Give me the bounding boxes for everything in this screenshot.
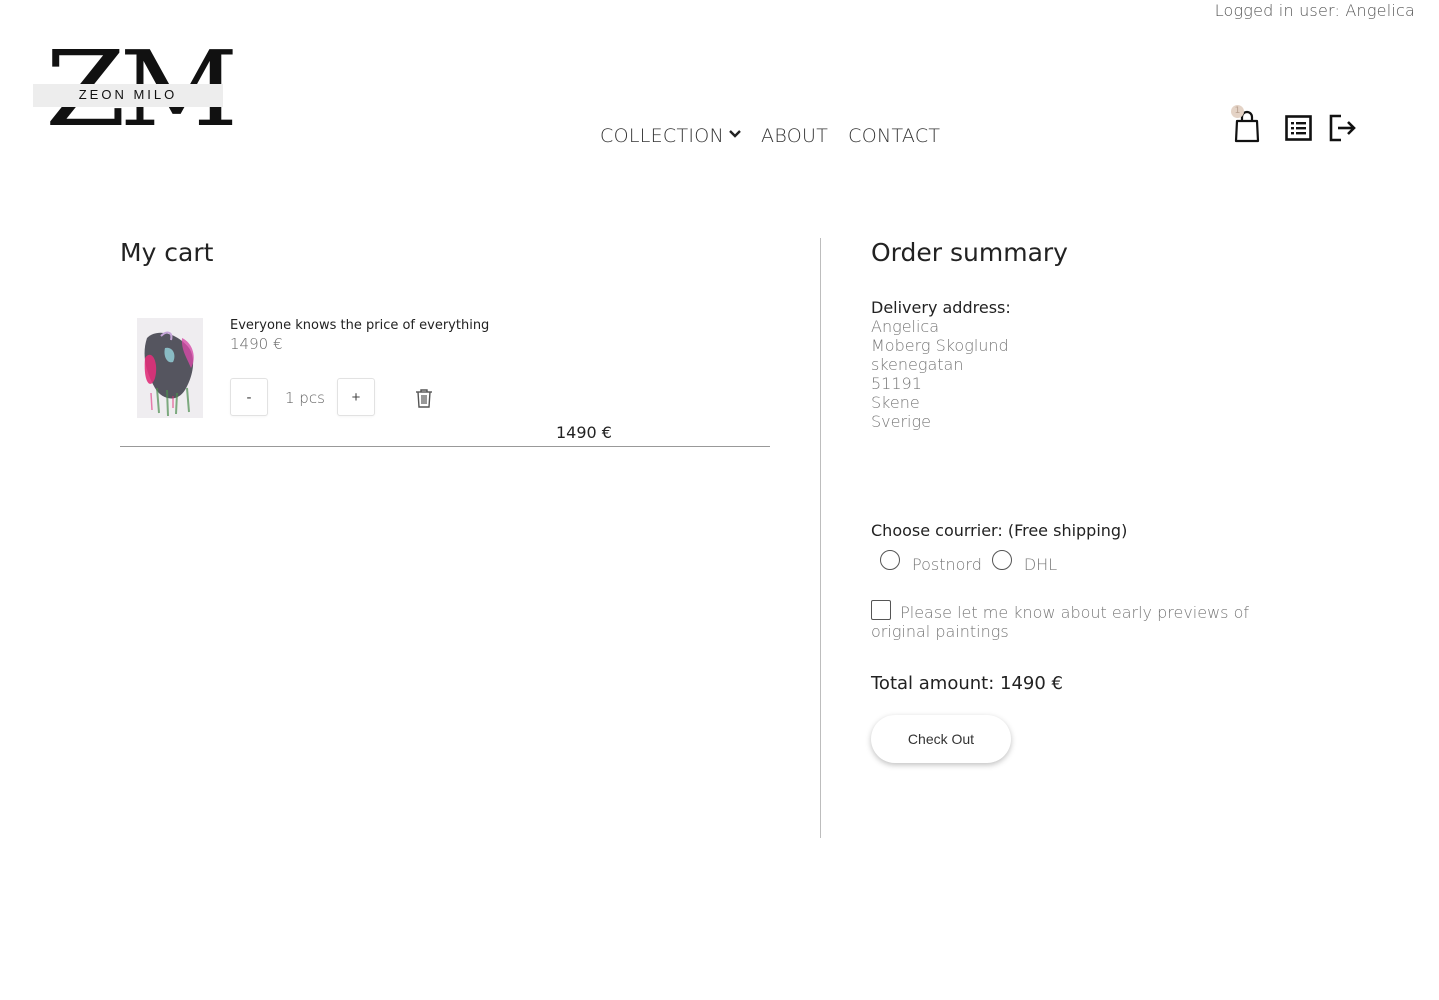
nav-about[interactable]: ABOUT: [761, 125, 828, 147]
address-line: 51191: [871, 374, 922, 393]
checkout-button[interactable]: Check Out: [871, 715, 1011, 763]
courier-radio-dhl[interactable]: [991, 550, 1012, 570]
line-total: 1490 €: [556, 423, 612, 442]
trash-icon: [413, 389, 435, 413]
chevron-down-icon: [729, 128, 741, 142]
address-line: Angelica: [871, 317, 940, 336]
newsletter-option: Please let me know about early previews …: [871, 600, 1311, 641]
shopping-bag-icon: [1234, 110, 1260, 148]
header-icons: 1: [1231, 105, 1362, 148]
list-icon: [1285, 115, 1312, 145]
product-name[interactable]: Everyone knows the price of everything: [230, 318, 489, 333]
product-price: 1490 €: [230, 335, 283, 353]
delivery-address-label: Delivery address:: [871, 298, 1011, 317]
column-divider: [820, 238, 821, 838]
decrease-quantity-button[interactable]: -: [230, 378, 268, 416]
main-nav: COLLECTION ABOUT CONTACT: [600, 125, 940, 147]
delivery-address: Angelica Moberg Skoglund skenegatan 5119…: [871, 317, 1009, 431]
logo-name: ZEON MILO: [78, 87, 178, 102]
address-line: skenegatan: [871, 355, 964, 374]
courier-label-dhl[interactable]: DHL: [1024, 555, 1057, 574]
logout-icon: [1329, 114, 1357, 146]
orders-button[interactable]: [1285, 115, 1312, 145]
nav-collection[interactable]: COLLECTION: [600, 125, 741, 147]
increase-quantity-button[interactable]: +: [337, 378, 375, 416]
order-summary-title: Order summary: [871, 238, 1068, 267]
remove-item-button[interactable]: [413, 387, 435, 409]
address-line: Sverige: [871, 412, 931, 431]
newsletter-checkbox[interactable]: [871, 600, 891, 620]
address-line: Skene: [871, 393, 920, 412]
cart-button[interactable]: 1: [1231, 105, 1260, 148]
nav-contact[interactable]: CONTACT: [848, 125, 940, 147]
cart-divider: [120, 446, 770, 447]
logged-in-user: Logged in user: Angelica: [1214, 1, 1415, 20]
logout-button[interactable]: [1329, 114, 1357, 146]
nav-collection-label: COLLECTION: [600, 125, 725, 147]
courier-radio-postnord[interactable]: [880, 550, 900, 570]
newsletter-label[interactable]: Please let me know about early previews …: [871, 603, 1249, 641]
product-thumbnail[interactable]: [137, 318, 203, 418]
address-line: Moberg Skoglund: [871, 336, 1009, 355]
cart-title: My cart: [120, 238, 214, 267]
courier-label-postnord[interactable]: Postnord: [912, 555, 982, 574]
courier-options: Postnord DHL: [880, 550, 1067, 574]
courier-label: Choose courrier: (Free shipping): [871, 521, 1128, 540]
total-amount: Total amount: 1490 €: [871, 673, 1063, 694]
quantity-value: 1 pcs: [285, 389, 325, 407]
cart-count-badge: 1: [1231, 105, 1244, 118]
logo[interactable]: ZM ZEON MILO: [33, 37, 238, 141]
